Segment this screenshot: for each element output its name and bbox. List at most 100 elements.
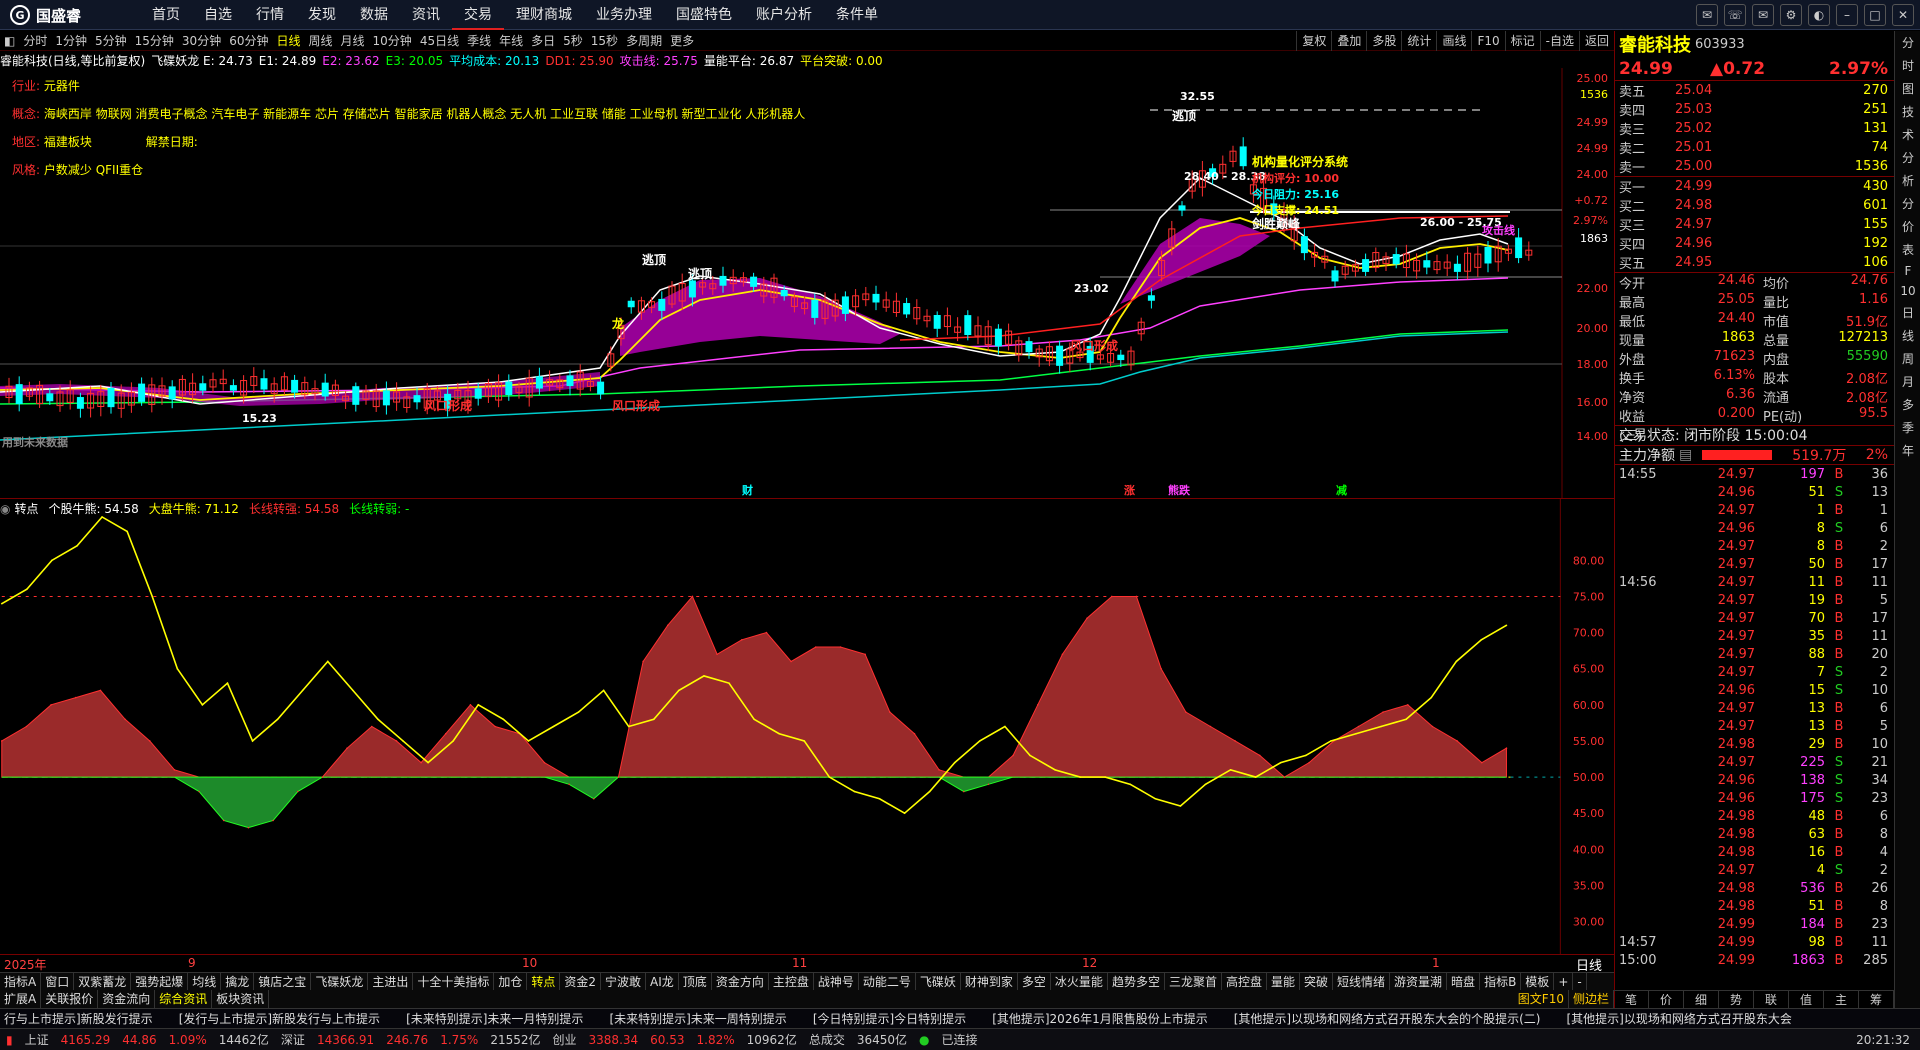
indicator-tab-27[interactable]: 量能 bbox=[1267, 973, 1300, 990]
indicator-tab-10[interactable]: 加仓 bbox=[494, 973, 528, 990]
indicator-tab-20[interactable]: 飞碟妖 bbox=[916, 973, 961, 990]
period-3[interactable]: 15分钟 bbox=[131, 32, 178, 49]
nav-1[interactable]: 自选 bbox=[192, 0, 244, 30]
indicator-tab-15[interactable]: 顶底 bbox=[679, 973, 712, 990]
indicator-tab-32[interactable]: 指标B bbox=[1480, 973, 1522, 990]
vtab-11[interactable]: 10 bbox=[1895, 281, 1920, 301]
vtab-7[interactable]: 分 bbox=[1895, 192, 1920, 215]
vtab-18[interactable]: 年 bbox=[1895, 439, 1920, 462]
info-tab-0[interactable]: 扩展A bbox=[0, 990, 42, 1008]
vtab-17[interactable]: 季 bbox=[1895, 416, 1920, 439]
indicator-tab-13[interactable]: 宁波敢 bbox=[601, 973, 647, 990]
indicator-tab-22[interactable]: 多空 bbox=[1018, 973, 1051, 990]
period-5[interactable]: 60分钟 bbox=[225, 32, 272, 49]
quote-tab-6[interactable]: 主 bbox=[1824, 991, 1859, 1008]
period-13[interactable]: 多日 bbox=[527, 32, 559, 49]
period-menu-icon[interactable]: ◧ bbox=[0, 34, 19, 48]
ticker-item[interactable]: [未来特别提示]未来一月特别提示 bbox=[402, 1009, 605, 1028]
indicator-tab-19[interactable]: 动能二号 bbox=[859, 973, 916, 990]
message-icon[interactable]: ✉ bbox=[1696, 4, 1718, 26]
info-tab-4[interactable]: 板块资讯 bbox=[212, 990, 270, 1008]
bid-row[interactable]: 买一 24.99 430 bbox=[1615, 177, 1894, 196]
ticker-item[interactable]: [其他提示]2026年1月限售股份上市提示 bbox=[988, 1009, 1230, 1028]
indicator-tab-7[interactable]: 飞碟妖龙 bbox=[311, 973, 369, 990]
info-tab-1[interactable]: 关联报价 bbox=[41, 990, 99, 1008]
quote-tab-3[interactable]: 势 bbox=[1719, 991, 1754, 1008]
chart-tool-0[interactable]: 复权 bbox=[1296, 31, 1331, 51]
vtab-9[interactable]: 表 bbox=[1895, 238, 1920, 261]
nav-5[interactable]: 资讯 bbox=[400, 0, 452, 30]
vtab-5[interactable]: 分 bbox=[1895, 146, 1920, 169]
vtab-2[interactable]: 图 bbox=[1895, 77, 1920, 100]
ask-row[interactable]: 卖二 25.01 74 bbox=[1615, 138, 1894, 157]
bid-row[interactable]: 买五 24.95 106 bbox=[1615, 253, 1894, 272]
nav-9[interactable]: 国盛特色 bbox=[664, 0, 744, 30]
quote-tab-5[interactable]: 值 bbox=[1789, 991, 1824, 1008]
indicator-tab-16[interactable]: 资金方向 bbox=[712, 973, 769, 990]
indicator-chart[interactable]: 80.00 75.00 70.00 65.00 60.00 55.00 50.00 45.00… bbox=[0, 498, 1614, 954]
chart-tool-2[interactable]: 多股 bbox=[1366, 31, 1401, 51]
period-6[interactable]: 日线 bbox=[272, 32, 304, 49]
indicator-tab-5[interactable]: 擒龙 bbox=[221, 973, 255, 990]
period-7[interactable]: 周线 bbox=[305, 32, 337, 49]
sz-label[interactable]: 深证 bbox=[275, 1031, 311, 1048]
period-2[interactable]: 5分钟 bbox=[91, 32, 131, 49]
indicator-tab-8[interactable]: 主进出 bbox=[368, 973, 414, 990]
close-icon[interactable]: ✕ bbox=[1892, 4, 1914, 26]
period-4[interactable]: 30分钟 bbox=[178, 32, 225, 49]
indicator-tab-26[interactable]: 高控盘 bbox=[1222, 973, 1267, 990]
indicator-tab-21[interactable]: 财神到家 bbox=[961, 973, 1018, 990]
info-tab-right-0[interactable]: 图文F10 bbox=[1514, 990, 1569, 1008]
period-15[interactable]: 15秒 bbox=[587, 32, 622, 49]
indicator-tab-12[interactable]: 资金2 bbox=[560, 973, 602, 990]
nav-8[interactable]: 业务办理 bbox=[584, 0, 664, 30]
bid-row[interactable]: 买二 24.98 601 bbox=[1615, 196, 1894, 215]
nav-11[interactable]: 条件单 bbox=[824, 0, 890, 30]
period-8[interactable]: 月线 bbox=[337, 32, 369, 49]
period-12[interactable]: 年线 bbox=[495, 32, 527, 49]
quote-tab-7[interactable]: 筹 bbox=[1859, 991, 1894, 1008]
indicator-tab-14[interactable]: AI龙 bbox=[646, 973, 679, 990]
vtab-16[interactable]: 多 bbox=[1895, 393, 1920, 416]
ask-row[interactable]: 卖四 25.03 251 bbox=[1615, 100, 1894, 119]
vtab-12[interactable]: 日 bbox=[1895, 301, 1920, 324]
indicator-tab-29[interactable]: 短线情绪 bbox=[1333, 973, 1391, 990]
chart-tool-4[interactable]: 画线 bbox=[1436, 31, 1471, 51]
chart-tool-7[interactable]: -自选 bbox=[1539, 31, 1579, 51]
vtab-15[interactable]: 月 bbox=[1895, 370, 1920, 393]
period-14[interactable]: 5秒 bbox=[559, 32, 587, 49]
indicator-tab-35[interactable]: - bbox=[1573, 973, 1587, 990]
chart-tool-1[interactable]: 叠加 bbox=[1331, 31, 1366, 51]
indicator-tab-6[interactable]: 镇店之宝 bbox=[254, 973, 312, 990]
info-tab-2[interactable]: 资金流向 bbox=[98, 990, 156, 1008]
vtab-13[interactable]: 线 bbox=[1895, 324, 1920, 347]
ticker-item[interactable]: [其他提示]以现场和网络方式召开股东大会 bbox=[1562, 1009, 1813, 1028]
ticker-item[interactable]: [未来特别提示]未来一周特别提示 bbox=[605, 1009, 808, 1028]
period-0[interactable]: 分时 bbox=[19, 32, 51, 49]
vtab-1[interactable]: 时 bbox=[1895, 54, 1920, 77]
indicator-tab-17[interactable]: 主控盘 bbox=[769, 973, 814, 990]
indicator-tab-30[interactable]: 游资量潮 bbox=[1390, 973, 1448, 990]
indicator-tab-33[interactable]: 模板 bbox=[1521, 973, 1555, 990]
bid-row[interactable]: 买三 24.97 155 bbox=[1615, 215, 1894, 234]
period-1[interactable]: 1分钟 bbox=[51, 32, 91, 49]
nav-10[interactable]: 账户分析 bbox=[744, 0, 824, 30]
quote-tab-0[interactable]: 笔 bbox=[1614, 991, 1649, 1008]
mail-icon[interactable]: ✉ bbox=[1752, 4, 1774, 26]
indicator-tab-28[interactable]: 突破 bbox=[1300, 973, 1334, 990]
indicator-tab-2[interactable]: 双紫蓄龙 bbox=[74, 973, 132, 990]
ticker-item[interactable]: [今日特别提示]今日特别提示 bbox=[809, 1009, 988, 1028]
vtab-4[interactable]: 术 bbox=[1895, 123, 1920, 146]
chart-tool-5[interactable]: F10 bbox=[1471, 31, 1504, 51]
nav-7[interactable]: 理财商城 bbox=[504, 0, 584, 30]
net-flow-toggle-icon[interactable]: ▤ bbox=[1679, 447, 1692, 463]
vtab-3[interactable]: 技 bbox=[1895, 100, 1920, 123]
chat-icon[interactable]: ☏ bbox=[1724, 4, 1746, 26]
quote-tab-1[interactable]: 价 bbox=[1649, 991, 1684, 1008]
indicator-tab-34[interactable]: + bbox=[1554, 973, 1574, 990]
maximize-icon[interactable]: □ bbox=[1864, 4, 1886, 26]
indicator-tab-24[interactable]: 趋势多空 bbox=[1108, 973, 1165, 990]
nav-4[interactable]: 数据 bbox=[348, 0, 400, 30]
vtab-6[interactable]: 析 bbox=[1895, 169, 1920, 192]
bid-row[interactable]: 买四 24.96 192 bbox=[1615, 234, 1894, 253]
